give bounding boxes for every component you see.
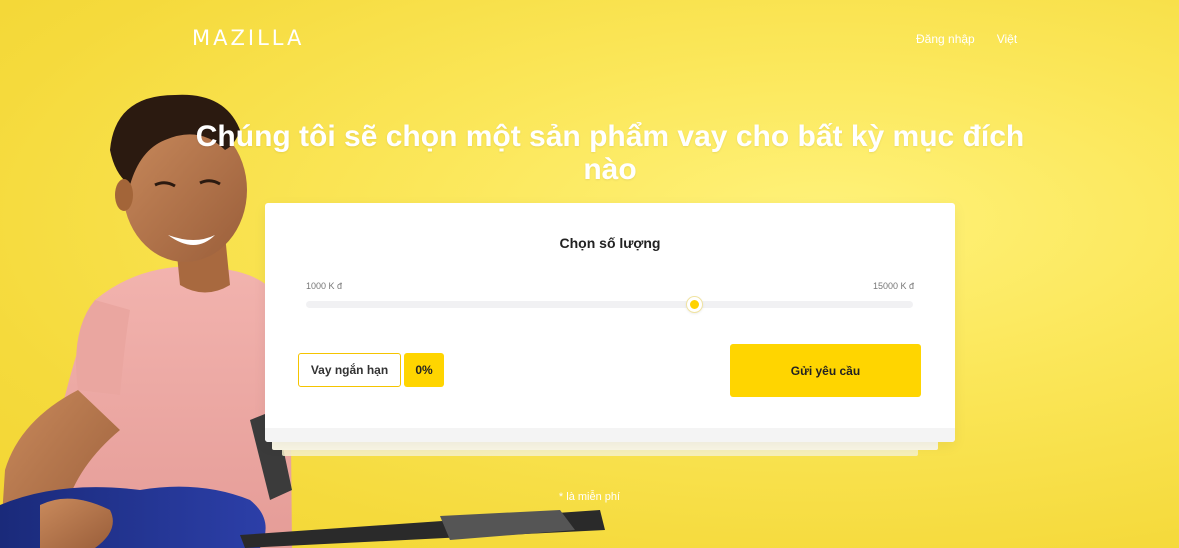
top-nav: Đăng nhập Việt (916, 32, 1017, 46)
logo[interactable]: MAZILLA (192, 26, 304, 50)
range-min-label: 1000 K đ (306, 281, 343, 291)
interest-rate-badge: 0% (404, 353, 444, 387)
free-footnote: * là miễn phí (558, 491, 621, 503)
amount-slider[interactable] (306, 297, 913, 312)
range-max-label: 15000 K đ (872, 281, 914, 291)
calculator-title: Chọn số lượng (559, 235, 661, 251)
hero-headline: Chúng tôi sẽ chọn một sản phẩm vay cho b… (195, 120, 1025, 186)
nav-login-link[interactable]: Đăng nhập (916, 32, 975, 46)
loan-calculator-card: Chọn số lượng 1000 K đ 15000 K đ Vay ngắ… (265, 203, 955, 442)
loan-type-button[interactable]: Vay ngắn hạn (298, 353, 401, 387)
submit-request-button[interactable]: Gửi yêu cầu (730, 344, 921, 397)
slider-handle[interactable] (687, 297, 703, 312)
nav-language-link[interactable]: Việt (997, 32, 1017, 46)
